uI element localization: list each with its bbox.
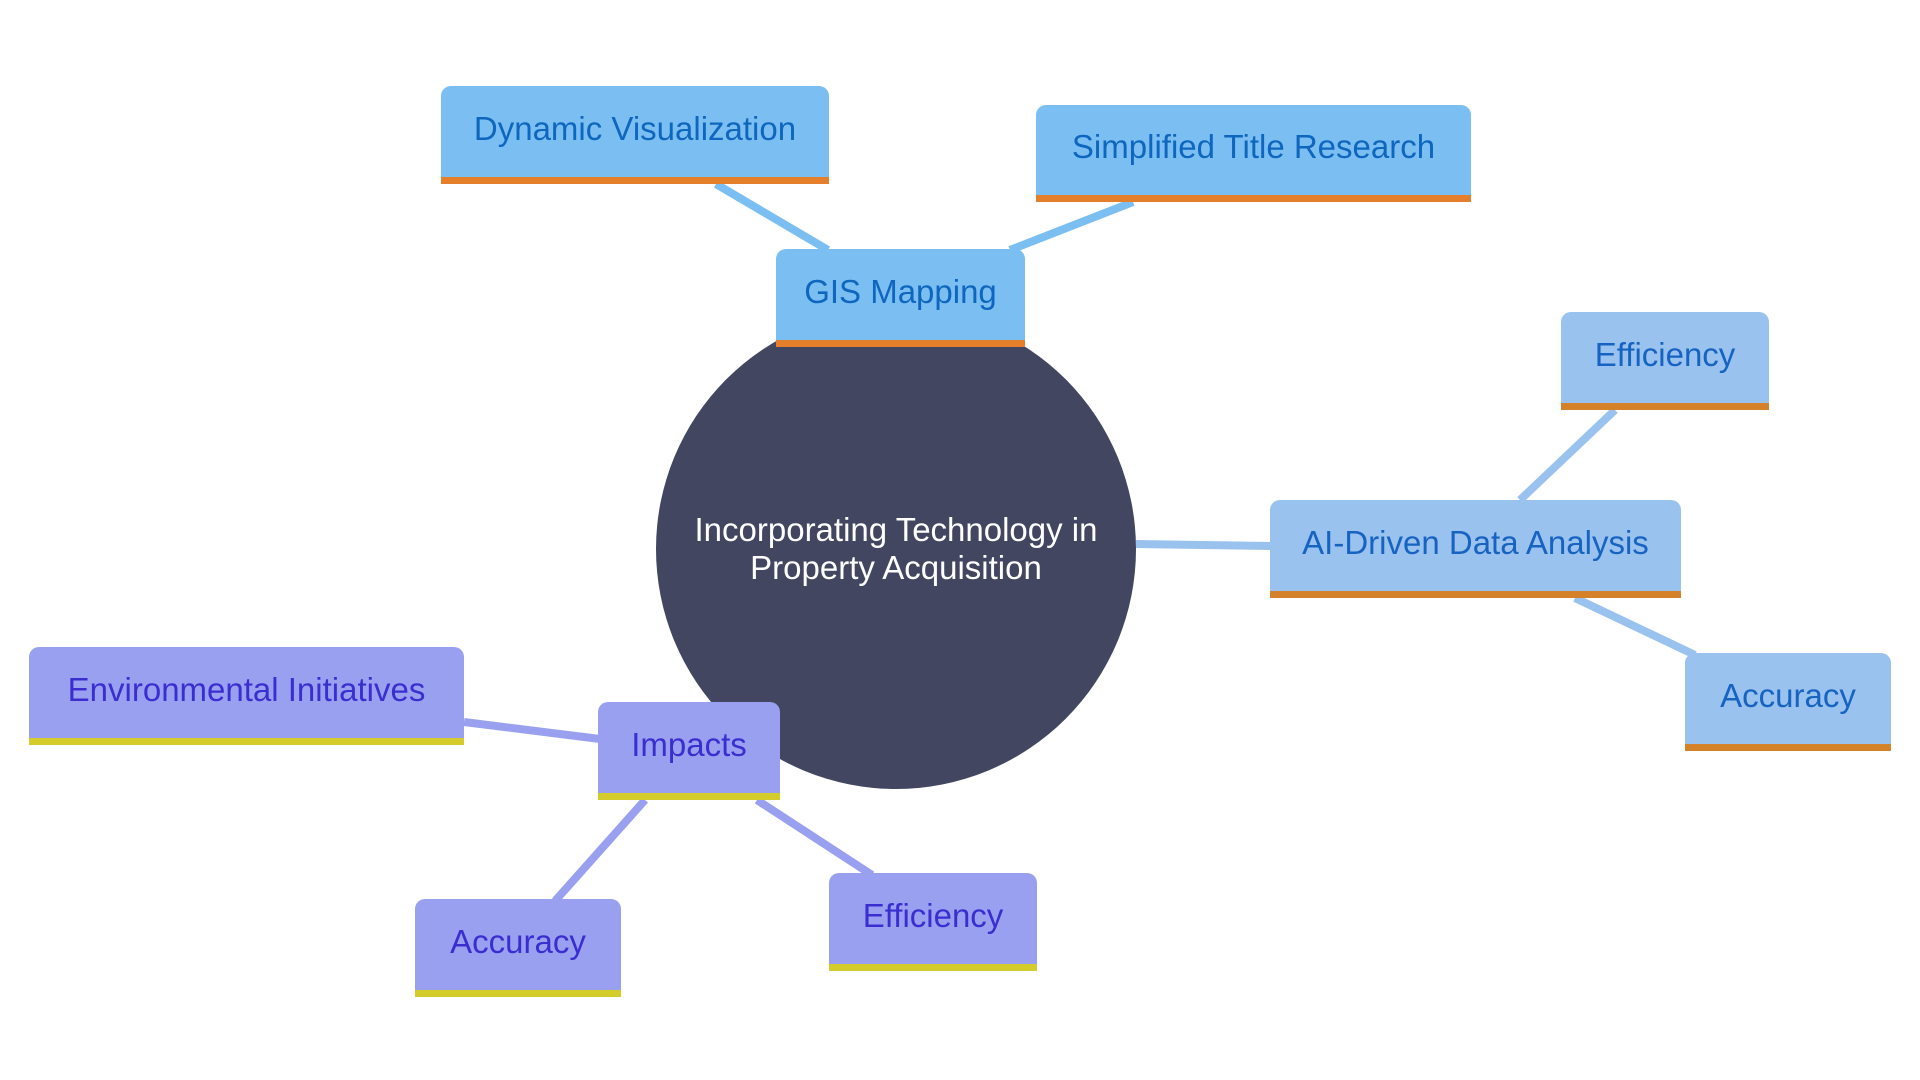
node-impacts-efficiency[interactable]: Efficiency	[829, 873, 1037, 971]
edge-gis-simplified-title-research	[1008, 198, 1135, 254]
node-impacts-accuracy[interactable]: Accuracy	[415, 899, 621, 997]
node-ai-accuracy[interactable]: Accuracy	[1685, 653, 1891, 751]
node-label: Simplified Title Research	[1071, 128, 1436, 165]
edge-impacts-efficiency	[754, 796, 875, 879]
node-environmental-initiatives[interactable]: Environmental Initiatives	[29, 647, 464, 745]
edge-impacts-environmental	[463, 718, 601, 743]
node-label: Dynamic Visualization	[473, 109, 797, 147]
node-label: Accuracy	[1720, 676, 1856, 714]
node-label: Accuracy	[450, 922, 586, 960]
node-label: Efficiency	[1594, 335, 1736, 373]
node-label: Efficiency	[862, 896, 1004, 934]
edge-root-ai	[1135, 540, 1273, 550]
node-label: Impacts	[631, 725, 747, 763]
node-ai-efficiency[interactable]: Efficiency	[1561, 312, 1769, 410]
node-impacts[interactable]: Impacts	[598, 702, 780, 800]
root-label: Incorporating Technology in Property Acq…	[694, 511, 1098, 586]
node-dynamic-visualization[interactable]: Dynamic Visualization	[441, 86, 829, 184]
node-label: Environmental Initiatives	[67, 670, 426, 708]
edge-ai-efficiency	[1517, 407, 1618, 503]
edge-ai-accuracy	[1573, 594, 1697, 659]
node-label: GIS Mapping	[804, 272, 997, 310]
node-label: AI-Driven Data Analysis	[1302, 523, 1649, 561]
edge-gis-dynamic-visualization	[713, 180, 831, 254]
node-ai-driven-data-analysis[interactable]: AI-Driven Data Analysis	[1270, 500, 1681, 598]
edge-impacts-accuracy	[552, 797, 648, 904]
node-simplified-title-research[interactable]: Simplified Title Research	[1036, 105, 1471, 202]
node-gis-mapping[interactable]: GIS Mapping	[776, 249, 1025, 347]
